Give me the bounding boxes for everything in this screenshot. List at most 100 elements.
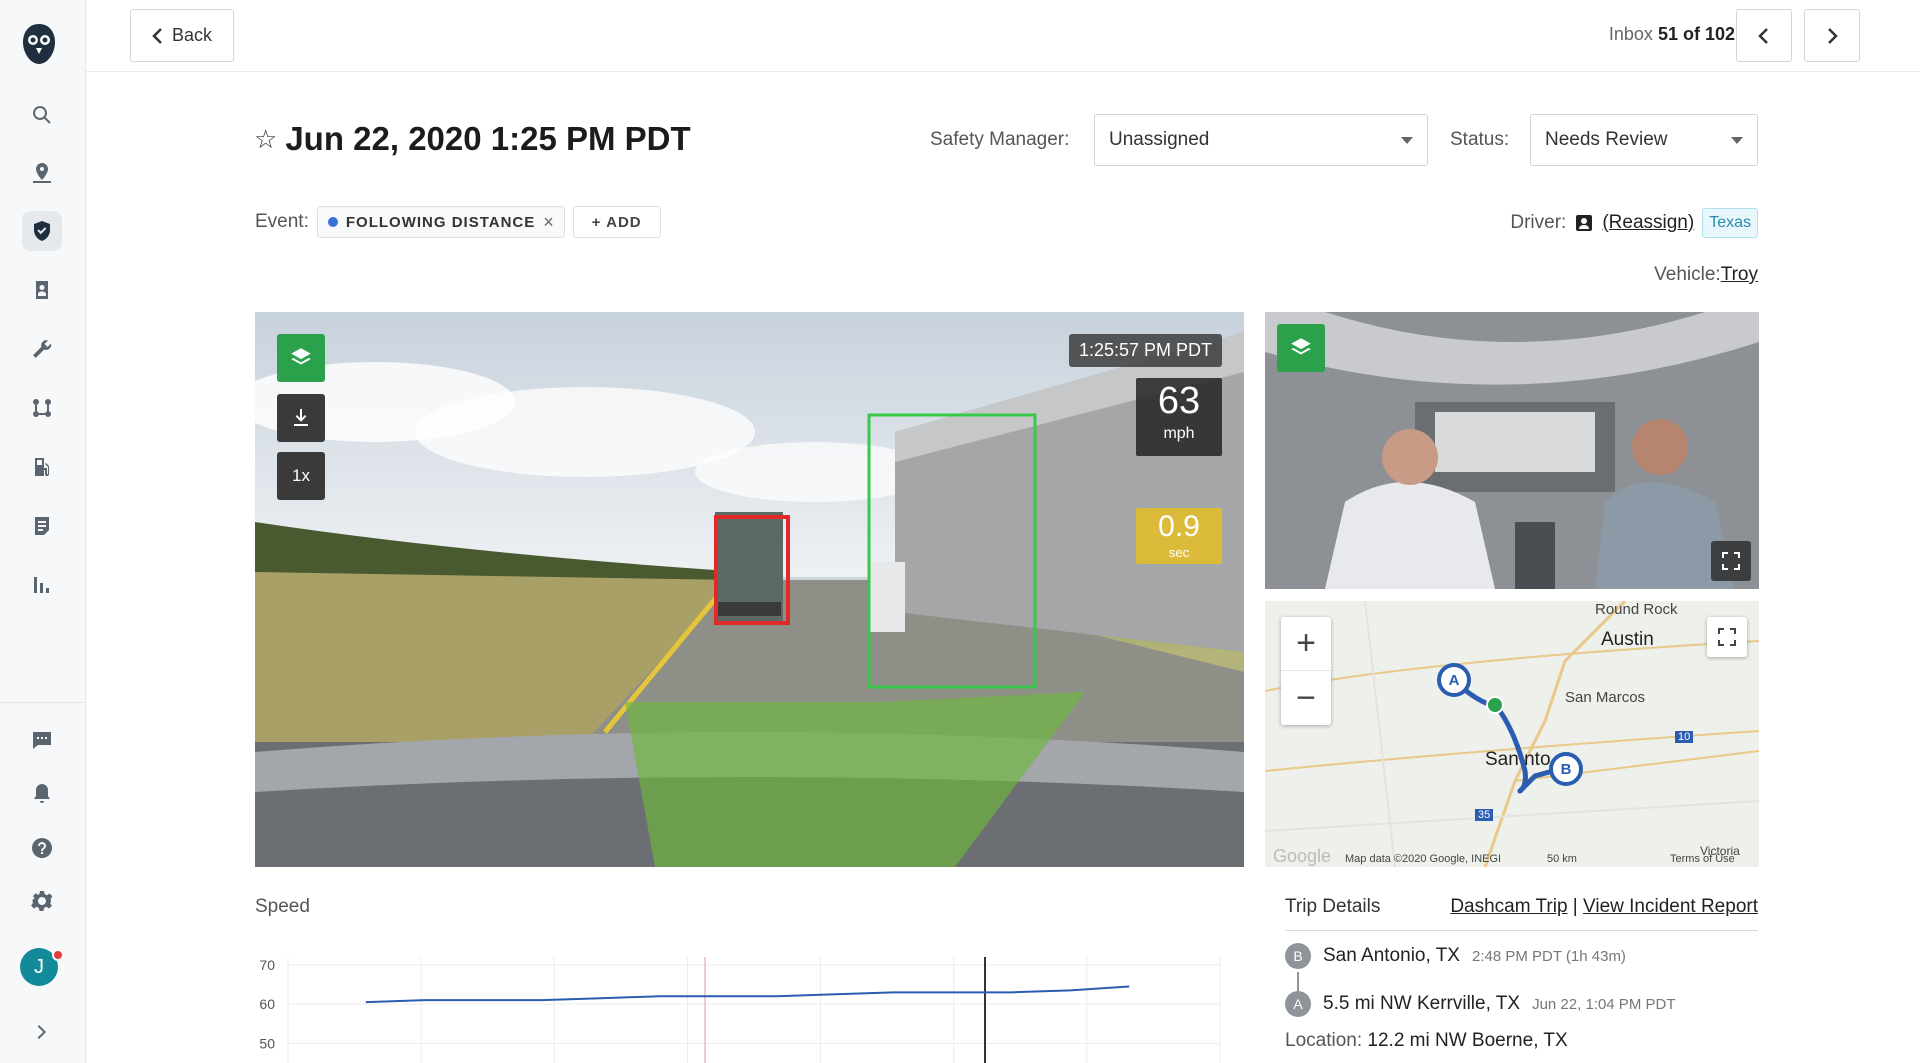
event-location: Location: 12.2 mi NW Boerne, TX — [1285, 1030, 1568, 1052]
forward-dashcam-video[interactable]: 1x 1:25:57 PM PDT 63 mph 0.9 sec — [255, 312, 1244, 867]
expand-sidebar-chevron-icon[interactable] — [22, 1012, 62, 1052]
chart-speed-point — [776, 995, 778, 997]
top-bar: Back Inbox 51 of 102 — [86, 0, 1920, 72]
safety-shield-icon[interactable] — [22, 211, 62, 251]
chevron-left-icon — [152, 27, 162, 44]
driver-badge-icon — [1576, 215, 1593, 231]
cabin-scene-graphic — [1265, 312, 1759, 589]
stop-b-time: 2:48 PM PDT (1h 43m) — [1471, 947, 1626, 965]
chevron-right-icon — [1828, 27, 1838, 44]
map-attribution: Map data ©2020 Google, INEGI — [1345, 853, 1502, 865]
speed-value: 63 — [1157, 380, 1201, 422]
speed-chart-title: Speed — [255, 896, 310, 917]
map-terms-link[interactable]: Terms of Use — [1670, 853, 1735, 865]
following-time-value: 0.9 — [1158, 510, 1200, 543]
stop-a-badge: A — [1285, 991, 1311, 1017]
inward-cabin-video[interactable] — [1265, 312, 1759, 589]
fullscreen-icon — [1718, 628, 1736, 646]
documents-icon[interactable] — [22, 506, 62, 546]
fullscreen-icon — [1722, 552, 1740, 570]
map-label-round-rock: Round Rock — [1595, 601, 1678, 618]
playback-speed-button[interactable]: 1x — [277, 452, 325, 500]
chart-speed-point — [424, 999, 426, 1001]
chart-speed-point — [893, 991, 895, 993]
google-logo: Google — [1273, 846, 1332, 866]
messages-icon[interactable] — [22, 720, 62, 760]
highway-shield-i10: 10 — [1675, 731, 1694, 743]
settings-gear-icon[interactable] — [22, 881, 62, 921]
stop-a-time: Jun 22, 1:04 PM PDT — [1532, 995, 1676, 1013]
following-distance-overlay: 0.9 sec — [1136, 508, 1222, 564]
stop-a-place: 5.5 mi NW Kerrville, TX — [1323, 993, 1521, 1014]
zoom-out-button[interactable]: − — [1281, 671, 1331, 725]
next-event-button[interactable] — [1804, 9, 1860, 62]
driver-label: Driver: — [1510, 212, 1567, 233]
back-button[interactable]: Back — [130, 9, 234, 62]
chart-speed-point — [717, 995, 719, 997]
map-fullscreen-button[interactable] — [1707, 617, 1747, 657]
trip-map[interactable]: + − Round Rock Austin San Marcos San nto… — [1265, 601, 1759, 867]
fuel-icon[interactable] — [22, 447, 62, 487]
trip-links: Dashcam Trip | View Incident Report — [1450, 896, 1758, 918]
status-label: Status: — [1450, 129, 1510, 150]
speed-chart[interactable]: 70 60 50 — [245, 945, 1225, 1063]
remove-event-close-icon[interactable]: × — [543, 212, 554, 233]
chart-speed-point — [658, 995, 660, 997]
stop-b-place: San Antonio, TX — [1323, 945, 1460, 966]
following-time-unit: sec — [1168, 545, 1190, 560]
inbox-counter: Inbox 51 of 102 — [1609, 24, 1735, 45]
chevron-down-icon — [1731, 137, 1743, 144]
chart-speed-point — [600, 997, 602, 999]
map-scale: 50 km — [1547, 853, 1577, 865]
map-pin-icon[interactable] — [22, 153, 62, 193]
map-label-san-antonio-part-1: San — [1485, 749, 1519, 770]
event-type-dot — [327, 217, 338, 227]
help-icon[interactable] — [22, 828, 62, 868]
event-label: Event: — [255, 211, 309, 232]
star-favorite-icon[interactable]: ☆ — [254, 124, 277, 155]
safety-manager-select[interactable]: Unassigned — [1094, 114, 1428, 166]
inbox-position: 51 of 102 — [1657, 24, 1735, 44]
download-video-button[interactable] — [277, 394, 325, 442]
reassign-driver-link[interactable]: (Reassign) — [1602, 212, 1694, 234]
add-event-button[interactable]: + ADD — [572, 206, 661, 238]
owl-logo-icon[interactable] — [21, 22, 57, 66]
video-timestamp: 1:25:57 PM PDT — [1068, 334, 1222, 367]
driver-badge-icon[interactable] — [22, 270, 62, 310]
previous-event-button[interactable] — [1736, 9, 1792, 62]
cabin-layers-toggle-button[interactable] — [1277, 324, 1325, 372]
wrench-icon[interactable] — [22, 329, 62, 369]
routes-icon[interactable] — [22, 388, 62, 428]
map-marker-a[interactable]: A — [1437, 663, 1471, 697]
cabin-fullscreen-button[interactable] — [1711, 541, 1751, 581]
chart-speed-point — [952, 991, 954, 993]
chevron-down-icon — [1401, 137, 1413, 144]
status-select[interactable]: Needs Review — [1530, 114, 1758, 166]
event-header: ☆ Jun 22, 2020 1:25 PM PDT — [254, 120, 691, 158]
map-label-san-antonio: San nto — [1485, 749, 1551, 771]
back-button-label: Back — [171, 25, 213, 45]
search-icon[interactable] — [22, 95, 62, 135]
chart-y-tick-label: 50 — [259, 1035, 275, 1051]
dashcam-trip-link[interactable]: Dashcam Trip — [1450, 896, 1567, 917]
reports-chart-icon[interactable] — [22, 565, 62, 605]
vehicle-label: Vehicle: — [1654, 264, 1721, 285]
vehicle-row: Vehicle:Troy — [1654, 264, 1758, 286]
trip-stop-a: A 5.5 mi NW Kerrville, TX Jun 22, 1:04 P… — [1285, 991, 1675, 1017]
driver-tag-texas[interactable]: Texas — [1702, 208, 1758, 238]
map-marker-b[interactable]: B — [1549, 752, 1583, 786]
page-title: Jun 22, 2020 1:25 PM PDT — [285, 120, 691, 157]
chart-speed-point — [482, 999, 484, 1001]
location-label: Location: — [1285, 1030, 1363, 1051]
trip-stop-b: B San Antonio, TX 2:48 PM PDT (1h 43m) — [1285, 943, 1626, 969]
bell-icon[interactable] — [22, 774, 62, 814]
view-incident-report-link[interactable]: View Incident Report — [1583, 896, 1758, 917]
zoom-in-button[interactable]: + — [1281, 617, 1331, 671]
map-zoom-control: + − — [1281, 617, 1331, 725]
chart-speed-point — [541, 999, 543, 1001]
vehicle-link[interactable]: Troy — [1721, 264, 1758, 285]
download-icon — [294, 409, 308, 426]
trip-details-title: Trip Details — [1285, 896, 1381, 917]
notification-dot — [52, 949, 64, 961]
layers-toggle-button[interactable] — [277, 334, 325, 382]
